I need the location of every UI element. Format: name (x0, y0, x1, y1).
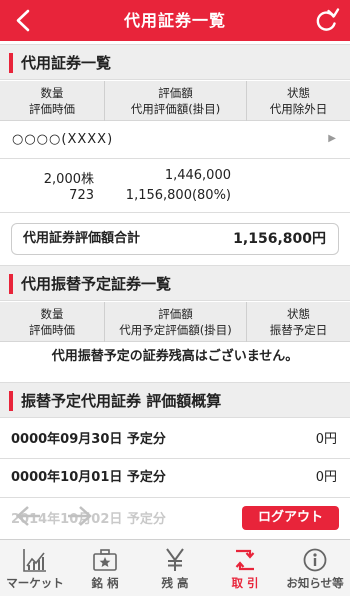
refresh-button[interactable] (308, 0, 344, 41)
app-header: 代用証券一覧 (0, 0, 350, 41)
tab-label: 取 引 (231, 576, 259, 590)
column-label: 振替予定日 (269, 323, 328, 337)
section-accent-bar (9, 391, 13, 411)
column-quantity-price: 数量 評価時価 (0, 85, 104, 117)
transfer-icon (235, 549, 255, 571)
divider (0, 212, 350, 213)
tab-bar: マーケット 銘 柄 残 高 取 引 お知らせ等 (0, 539, 350, 596)
column-label: 評価時価 (29, 102, 75, 116)
section-title: 振替予定代用証券 評価額概算 (21, 392, 222, 410)
empty-message: 代用振替予定の証券残高はございません。 (51, 349, 299, 364)
yen-icon (166, 548, 184, 571)
security-name: ○○○○(XXXX) (12, 132, 114, 147)
section-accent-bar (9, 274, 13, 294)
column-label: 代用除外日 (269, 102, 328, 116)
column-status: 状態 振替予定日 (247, 306, 350, 338)
column-label: 数量 (40, 86, 64, 100)
tab-balance[interactable]: 残 高 (140, 540, 210, 596)
column-label: 数量 (40, 307, 64, 321)
column-valuation: 評価額 代用予定評価額(掛目) (105, 306, 246, 338)
briefcase-star-icon (93, 549, 117, 571)
security-quantity: 2,000株 (43, 172, 94, 187)
column-label: 評価額 (158, 86, 193, 100)
tab-stocks[interactable]: 銘 柄 (70, 540, 140, 596)
schedule-value: 0円 (315, 432, 337, 447)
column-header: 数量 評価時価 評価額 代用予定評価額(掛目) 状態 振替予定日 (0, 302, 350, 342)
list-item: 0000年09月30日 予定分 0円 (0, 424, 350, 456)
section-header-estimate: 振替予定代用証券 評価額概算 (0, 382, 350, 418)
section-header-substitute-securities: 代用証券一覧 (0, 44, 350, 80)
tab-trade[interactable]: 取 引 (210, 540, 280, 596)
nav-arrows-icon (16, 506, 92, 526)
chart-icon (23, 549, 46, 572)
section-accent-bar (9, 53, 13, 73)
tab-label: 銘 柄 (91, 576, 119, 590)
column-label: 状態 (287, 307, 310, 321)
schedule-value: 0円 (315, 470, 337, 485)
column-label: 代用評価額(掛目) (130, 102, 221, 116)
column-label: 評価時価 (29, 323, 75, 337)
tab-market[interactable]: マーケット (0, 540, 70, 596)
security-valuation: 1,446,000 (164, 168, 231, 183)
tab-label: お知らせ等 (286, 576, 344, 590)
divider (0, 158, 350, 159)
logout-button[interactable]: ログアウト (242, 506, 339, 530)
chevron-right-icon: ▶ (328, 133, 336, 144)
tab-notices[interactable]: お知らせ等 (280, 540, 350, 596)
column-quantity-price: 数量 評価時価 (0, 306, 104, 338)
info-icon (303, 548, 327, 572)
divider (0, 458, 350, 459)
column-valuation: 評価額 代用評価額(掛目) (105, 85, 246, 117)
section-title: 代用振替予定証券一覧 (21, 275, 172, 293)
tab-label: マーケット (6, 576, 64, 590)
total-valuation-box: 代用証券評価額合計 1,156,800円 (11, 223, 339, 255)
security-price: 723 (69, 188, 94, 203)
section-header-transfer-schedule: 代用振替予定証券一覧 (0, 265, 350, 301)
security-substitute-valuation: 1,156,800(80%) (125, 188, 231, 203)
column-label: 評価額 (158, 307, 193, 321)
column-status: 状態 代用除外日 (247, 85, 350, 117)
column-label: 代用予定評価額(掛目) (119, 323, 232, 337)
refresh-icon (316, 8, 340, 31)
tab-label: 残 高 (161, 576, 189, 590)
schedule-date: 0000年10月01日 予定分 (11, 470, 166, 485)
column-label: 状態 (287, 86, 310, 100)
total-value: 1,156,800円 (233, 231, 326, 247)
total-label: 代用証券評価額合計 (23, 231, 141, 246)
column-header: 数量 評価時価 評価額 代用評価額(掛目) 状態 代用除外日 (0, 81, 350, 121)
section-title: 代用証券一覧 (21, 54, 112, 72)
list-item: 0000年10月01日 予定分 0円 (0, 462, 350, 494)
divider (0, 497, 350, 498)
schedule-date: 0000年09月30日 予定分 (11, 432, 166, 447)
page-title: 代用証券一覧 (123, 11, 226, 30)
